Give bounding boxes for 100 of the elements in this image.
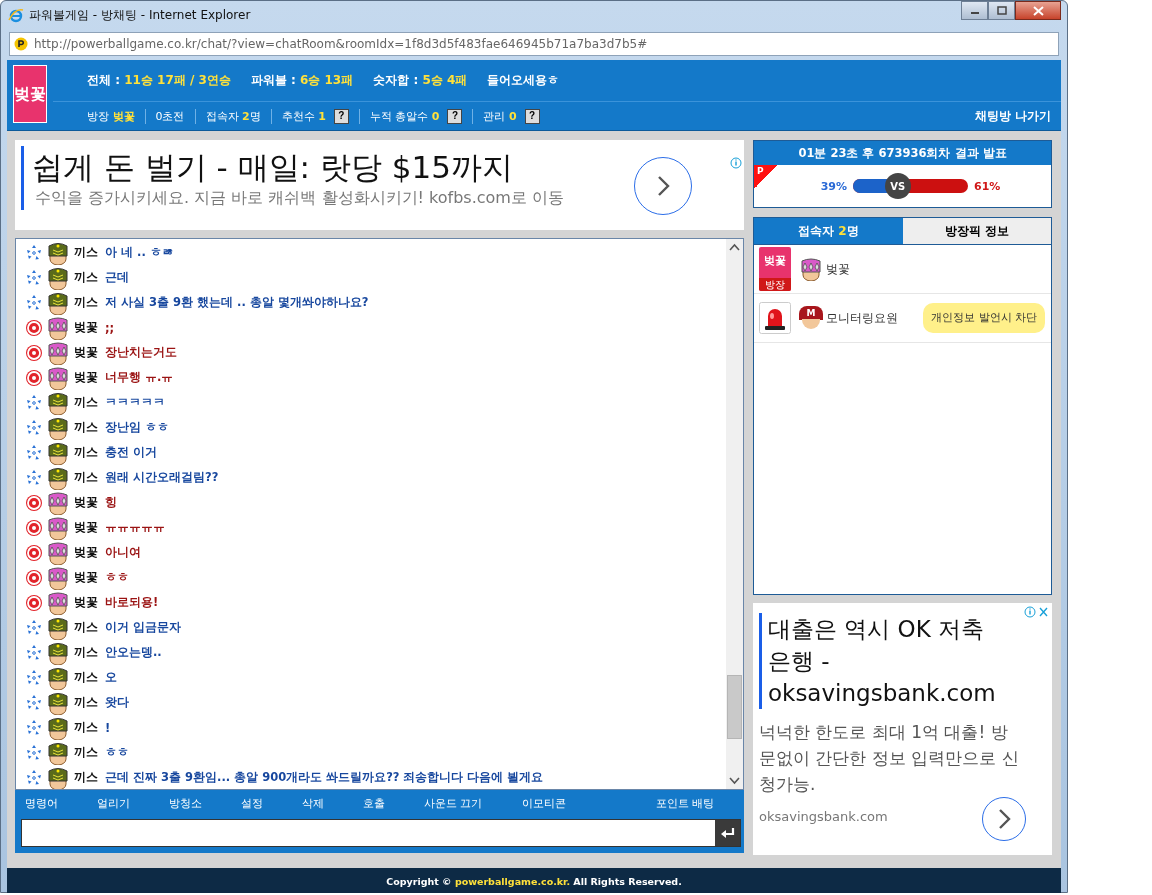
ad-controls-icon xyxy=(1024,605,1050,619)
avatar-icon xyxy=(46,765,70,789)
avatar-icon xyxy=(46,465,70,490)
star-ring-icon xyxy=(25,743,43,762)
avatar-icon xyxy=(46,540,70,565)
user-name: 끼스 xyxy=(74,395,98,410)
scroll-thumb[interactable] xyxy=(727,675,742,739)
user-name: 벚꽃 xyxy=(826,260,850,278)
help-button[interactable]: ? xyxy=(333,108,349,124)
star-ring-icon xyxy=(25,668,43,687)
stat-text: 파워볼 : 6승 13패 xyxy=(250,72,354,90)
message-text: 오 xyxy=(105,670,117,685)
exit-link[interactable]: 채팅방 나가기 xyxy=(974,107,1051,125)
siren-icon xyxy=(759,302,791,334)
user-name: 끼스 xyxy=(74,470,98,485)
avatar-icon xyxy=(46,690,70,715)
avatar-icon xyxy=(46,715,70,740)
toolbar-link[interactable]: 방청소 xyxy=(169,795,202,811)
message-text: ㅎㅎ xyxy=(105,745,129,760)
toolbar-link[interactable]: 삭제 xyxy=(302,795,324,811)
avatar-icon xyxy=(46,490,70,515)
left-percent: 39% xyxy=(820,179,847,193)
ad-description: 넉넉한 한도로 최대 1억 대출! 방문없이 간단한 정보 입력만으로 신청가능. xyxy=(759,721,1020,796)
point-bet-link[interactable]: 포인트 배팅 xyxy=(655,795,714,811)
user-name: 벚꽃 xyxy=(74,370,98,385)
avatar-icon xyxy=(46,315,70,340)
toolbar-link[interactable]: 명령어 xyxy=(25,795,58,811)
user-name: 벚꽃 xyxy=(74,570,98,585)
help-button[interactable]: ? xyxy=(524,108,540,124)
message-text: 왓다 xyxy=(105,695,129,710)
panel-tab[interactable]: 방장픽 정보 xyxy=(902,218,1051,244)
user-name: 끼스 xyxy=(74,295,98,310)
user-name: 모니터링요원 xyxy=(826,309,898,327)
user-name: 끼스 xyxy=(74,445,98,460)
star-ring-icon xyxy=(25,293,43,312)
ad-domain-text: oksavingsbank.com xyxy=(759,809,888,824)
message-text: ㅋㅋㅋㅋㅋ xyxy=(105,395,165,410)
message-text: ㅎㅎ xyxy=(105,570,129,585)
site-icon xyxy=(14,37,28,51)
avatar-icon xyxy=(799,257,823,281)
star-ring-icon xyxy=(25,643,43,662)
avatar-icon xyxy=(46,365,70,390)
toolbar-link[interactable]: 설정 xyxy=(241,795,263,811)
panel-tab[interactable]: 접속자 2명 xyxy=(754,218,903,244)
message-text: 바로되용! xyxy=(105,595,159,610)
user-name: 끼스 xyxy=(74,620,98,635)
info-icon xyxy=(730,156,742,170)
message-text: 충전 이거 xyxy=(105,445,157,460)
room-info-text: 0초전 xyxy=(155,108,185,124)
room-info-text: 관리 0 xyxy=(483,108,517,124)
star-ring-icon xyxy=(25,693,43,712)
minimize-button[interactable] xyxy=(961,1,988,20)
stat-text: 숫자합 : 5승 4패 xyxy=(373,72,468,90)
message-text: 장난임 ㅎㅎ xyxy=(105,420,169,435)
avatar-icon xyxy=(46,265,70,290)
user-name: 끼스 xyxy=(74,670,98,685)
greeting-text: 들어오세용ㅎ xyxy=(487,72,560,90)
star-ring-icon xyxy=(25,718,43,737)
user-name: 끼스 xyxy=(74,695,98,710)
user-name: 끼스 xyxy=(74,270,98,285)
star-ring-icon xyxy=(25,768,43,787)
message-text: 근데 진짜 3출 9환임... 총알 900개라도 쏴드릴까요?? 죄송합니다 다음에 뵐게요 xyxy=(105,770,544,785)
ad-arrow-button[interactable] xyxy=(982,797,1026,841)
star-ring-icon xyxy=(25,443,43,462)
message-text: ! xyxy=(105,720,111,735)
help-button[interactable]: ? xyxy=(447,108,463,124)
star-ring-icon xyxy=(25,468,43,487)
toolbar-link[interactable]: 호출 xyxy=(363,795,385,811)
user-name: 끼스 xyxy=(74,245,98,260)
user-name: 끼스 xyxy=(74,420,98,435)
maximize-icon xyxy=(996,6,1007,15)
avatar-icon xyxy=(46,440,70,465)
host-badge: 방장 xyxy=(759,278,791,291)
room-info-text: 방장 벚꽃 xyxy=(87,108,135,124)
avatar-icon xyxy=(46,665,70,690)
toolbar-link[interactable]: 사운드 끄기 xyxy=(424,795,483,811)
star-ring-icon xyxy=(25,618,43,637)
chevron-icon xyxy=(656,175,670,197)
user-name: 벚꽃 xyxy=(74,345,98,360)
chevron-icon xyxy=(997,808,1011,830)
browser-icon xyxy=(8,7,24,23)
room-info-text: 접속자 2명 xyxy=(205,108,261,124)
avatar-icon xyxy=(46,515,70,540)
message-text: 너무행 ㅠ.ㅠ xyxy=(105,370,174,385)
toolbar-link[interactable]: 얼리기 xyxy=(97,795,130,811)
message-text: 장난치는거도 xyxy=(105,345,177,360)
maximize-button[interactable] xyxy=(988,1,1015,20)
address-bar[interactable]: http://powerballgame.co.kr/chat/?view=chatRoom&roomIdx=1f8d3d5f483fae646945b71a7ba3d7b5# xyxy=(9,32,1059,56)
avatar-icon xyxy=(46,415,70,440)
message-text: ㅠㅠㅠㅠㅠ xyxy=(105,520,165,535)
close-icon xyxy=(1032,5,1044,16)
close-button[interactable] xyxy=(1015,1,1061,20)
copyright-text: Copyright © powerballgame.co.kr. All Rights Reserved. xyxy=(386,875,682,887)
avatar-icon xyxy=(46,290,70,315)
message-text: 안오는뎅.. xyxy=(105,645,162,660)
user-name: 끼스 xyxy=(74,720,98,735)
vs-badge: VS xyxy=(884,173,911,199)
toolbar-link[interactable]: 이모티콘 xyxy=(521,795,566,811)
stat-text: 전체 : 11승 17패 / 3연승 xyxy=(87,72,231,90)
message-text: 이거 입금문자 xyxy=(105,620,181,635)
